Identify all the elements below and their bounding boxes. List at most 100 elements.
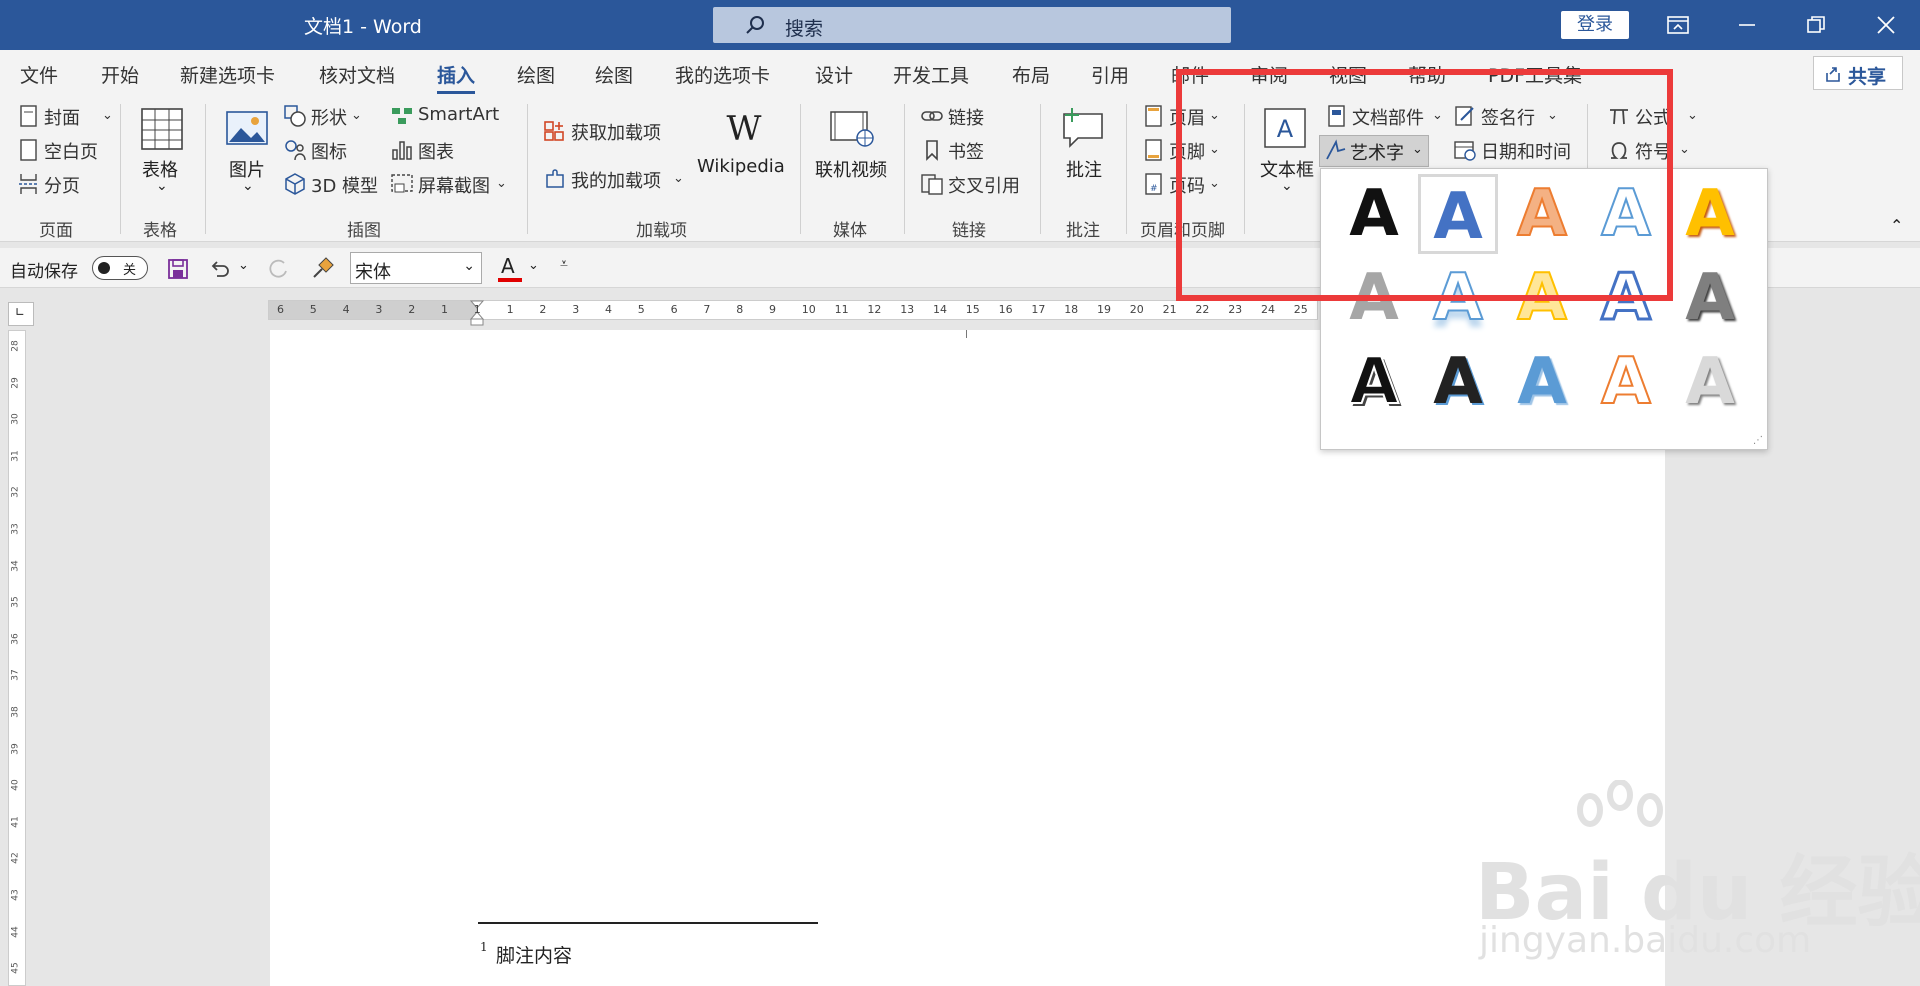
- wordart-style-orange-outline[interactable]: A: [1586, 342, 1666, 422]
- undo-dropdown-icon[interactable]: ⌄: [238, 258, 249, 273]
- minimize-icon[interactable]: [1733, 11, 1761, 39]
- font-name-select[interactable]: 宋体 ⌄: [350, 252, 482, 284]
- chevron-down-icon: ⌄: [1432, 108, 1443, 123]
- comment-label: 批注: [1066, 160, 1102, 181]
- bookmark-icon: [926, 140, 938, 161]
- wordart-style-black-fill[interactable]: A: [1334, 174, 1414, 254]
- font-color-letter: A: [501, 254, 515, 278]
- separator: [1126, 104, 1127, 234]
- ruler-tick-label: 1: [506, 303, 514, 316]
- online-video-label: 联机视频: [815, 160, 887, 181]
- document-title: 文档1 - Word: [304, 16, 422, 38]
- ruler-tick-label: 16: [998, 303, 1013, 316]
- wordart-style-silver[interactable]: A: [1670, 342, 1750, 422]
- pi-icon: [1610, 109, 1628, 125]
- group-label-links: 链接: [952, 221, 986, 241]
- title-bar: 文档1 - Word 搜索 登录: [0, 0, 1920, 50]
- ruler-tick-label: 33: [10, 523, 21, 535]
- group-label-pages: 页面: [39, 221, 73, 241]
- tab-home[interactable]: 开始: [101, 61, 139, 88]
- wordart-style-blue-outline-bold[interactable]: A: [1586, 258, 1666, 338]
- group-label-illustrations: 插图: [347, 221, 381, 241]
- separator: [205, 104, 206, 234]
- ruler-tick-label: 45: [10, 962, 21, 974]
- comment-button[interactable]: [1060, 106, 1106, 150]
- save-icon[interactable]: [166, 257, 190, 281]
- wordart-style-black-shadow[interactable]: A: [1334, 342, 1414, 422]
- share-button[interactable]: 共享: [1813, 56, 1903, 90]
- wordart-style-gold-fill[interactable]: A: [1670, 174, 1750, 254]
- wordart-style-gold-outline[interactable]: A: [1502, 258, 1582, 338]
- close-icon[interactable]: [1872, 11, 1900, 39]
- calendar-icon: [1454, 141, 1476, 161]
- footnote-text[interactable]: 脚注内容: [496, 941, 572, 968]
- tab-view[interactable]: 视图: [1329, 61, 1367, 88]
- autosave-toggle[interactable]: 关: [92, 256, 148, 280]
- ruler-tick-label: 12: [867, 303, 882, 316]
- wordart-style-blue-reflection[interactable]: A: [1418, 258, 1498, 338]
- tab-new-tab[interactable]: 新建选项卡: [180, 61, 275, 88]
- chevron-down-icon: ⌄: [496, 176, 507, 191]
- format-painter-icon[interactable]: [310, 257, 334, 281]
- ruler-tick-label: 3: [375, 303, 383, 316]
- search-box[interactable]: 搜索: [713, 7, 1231, 43]
- tab-review[interactable]: 审阅: [1250, 61, 1288, 88]
- blank-page-icon: [20, 139, 37, 161]
- ruler-tick-label: 40: [10, 779, 21, 791]
- login-button[interactable]: 登录: [1561, 11, 1629, 39]
- svg-text:#: #: [1150, 184, 1158, 194]
- chevron-down-icon: ⌄: [156, 178, 168, 194]
- smartart-icon: [392, 108, 412, 124]
- wordart-style-black-bevel[interactable]: A: [1418, 342, 1498, 422]
- tab-layout[interactable]: 布局: [1012, 61, 1050, 88]
- undo-icon[interactable]: [208, 257, 232, 281]
- chevron-down-icon: ⌄: [1209, 176, 1220, 191]
- search-placeholder: 搜索: [785, 18, 824, 40]
- wordart-style-blue-outline[interactable]: A: [1586, 174, 1666, 254]
- wikipedia-button[interactable]: W: [720, 108, 768, 148]
- separator: [904, 104, 905, 234]
- ruler-tick-label: 24: [1261, 303, 1275, 316]
- tab-my-tab[interactable]: 我的选项卡: [675, 61, 770, 88]
- chevron-down-icon[interactable]: ⌄: [528, 258, 539, 273]
- search-icon: [746, 16, 764, 34]
- tab-insert[interactable]: 插入: [437, 61, 476, 94]
- picture-button[interactable]: [225, 108, 269, 148]
- tab-selector[interactable]: ∟: [8, 302, 34, 326]
- chevron-down-icon: ⌄: [1209, 142, 1220, 157]
- wordart-style-gray-fill[interactable]: A: [1334, 258, 1414, 338]
- wordart-style-gray-dark[interactable]: A: [1670, 258, 1750, 338]
- tab-design[interactable]: 设计: [815, 61, 853, 88]
- ruler-tick-label: 19: [1097, 303, 1111, 316]
- customize-qat-icon[interactable]: ⩡: [560, 256, 568, 272]
- chevron-down-icon: ⌄: [463, 258, 475, 274]
- resize-grip-icon[interactable]: ⋰: [1753, 435, 1763, 446]
- collapse-ribbon-icon[interactable]: ⌃: [1890, 216, 1903, 235]
- online-video-button[interactable]: [829, 108, 877, 148]
- font-name-value: 宋体: [355, 262, 391, 283]
- tab-draw-1[interactable]: 绘图: [517, 61, 555, 88]
- tab-mailings[interactable]: 邮件: [1171, 61, 1209, 88]
- tab-help[interactable]: 帮助: [1408, 61, 1446, 88]
- tab-draw-2[interactable]: 绘图: [595, 61, 633, 88]
- chevron-down-icon: ⌄: [242, 178, 254, 194]
- tab-review-doc[interactable]: 核对文档: [319, 61, 395, 88]
- tab-pdf-tools[interactable]: PDF工具集: [1488, 61, 1582, 88]
- separator: [1244, 104, 1245, 234]
- ruler-tick-label: 23: [1228, 303, 1243, 316]
- tab-developer[interactable]: 开发工具: [893, 61, 969, 88]
- table-button[interactable]: [139, 106, 185, 152]
- ribbon-display-options-icon[interactable]: [1664, 11, 1692, 39]
- textbox-button[interactable]: A: [1262, 106, 1308, 150]
- separator: [1040, 104, 1041, 234]
- tab-references[interactable]: 引用: [1091, 61, 1129, 88]
- wordart-style-blue-fill-selected[interactable]: A: [1418, 174, 1498, 254]
- tab-file[interactable]: 文件: [20, 61, 58, 88]
- watermark-sub: jingyan.baidu.com: [1479, 920, 1812, 961]
- wordart-style-blue-bevel[interactable]: A: [1502, 342, 1582, 422]
- restore-icon[interactable]: [1802, 11, 1830, 39]
- wordart-button[interactable]: 艺术字 ⌄: [1319, 135, 1429, 167]
- wordart-style-orange-gradient[interactable]: A: [1502, 174, 1582, 254]
- font-color-button[interactable]: A: [498, 254, 522, 282]
- ruler-tick-label: 11: [834, 303, 849, 316]
